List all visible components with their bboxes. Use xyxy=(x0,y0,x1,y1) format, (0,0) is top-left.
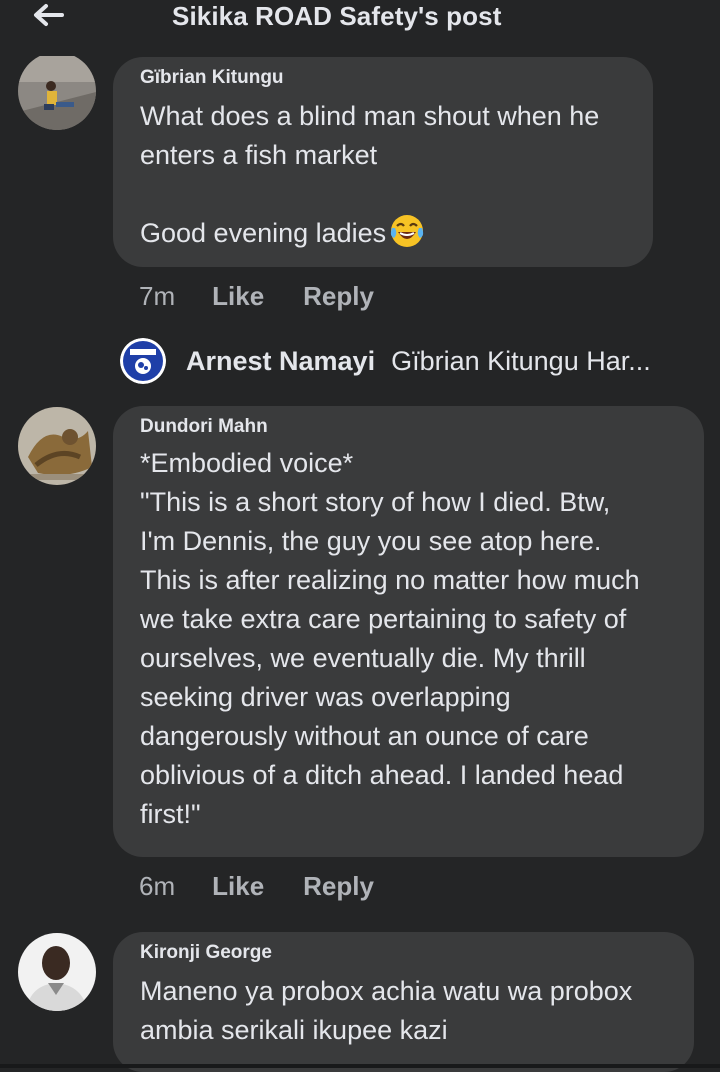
avatar[interactable] xyxy=(18,52,96,130)
top-bar: Sikika ROAD Safety's post xyxy=(0,0,720,56)
tears-of-joy-emoji-icon xyxy=(390,214,424,259)
avatar[interactable] xyxy=(18,933,96,1011)
arrow-left-icon xyxy=(34,4,64,26)
comment-time[interactable]: 6m xyxy=(139,871,175,902)
comment-bubble[interactable]: Dundori Mahn *Embodied voice* "This is a… xyxy=(113,406,704,857)
comment-actions: 7m Like Reply xyxy=(139,281,374,312)
like-button[interactable]: Like xyxy=(212,871,264,902)
like-button[interactable]: Like xyxy=(212,281,264,312)
comment-text: *Embodied voice* "This is a short story … xyxy=(140,448,640,829)
page-title: Sikika ROAD Safety's post xyxy=(172,1,502,31)
reply-snippet: Gïbrian Kitungu Har... xyxy=(391,345,651,376)
bottom-divider xyxy=(0,1064,720,1068)
comment-author[interactable]: Dundori Mahn xyxy=(140,416,678,438)
comment-actions: 6m Like Reply xyxy=(139,871,374,902)
back-button[interactable] xyxy=(28,0,68,30)
comment-text: Maneno ya probox achia watu wa probox am… xyxy=(140,976,633,1045)
comment-text: What does a blind man shout when he ente… xyxy=(140,101,600,248)
avatar[interactable] xyxy=(120,338,166,384)
reply-button[interactable]: Reply xyxy=(303,871,374,902)
comment-body: What does a blind man shout when he ente… xyxy=(140,97,627,259)
comment-bubble[interactable]: Kironji George Maneno ya probox achia wa… xyxy=(113,932,694,1072)
comment-author[interactable]: Kironji George xyxy=(140,942,668,964)
reply-button[interactable]: Reply xyxy=(303,281,374,312)
comment-author[interactable]: Gïbrian Kitungu xyxy=(140,67,627,89)
comment-bubble[interactable]: Gïbrian Kitungu What does a blind man sh… xyxy=(113,57,653,267)
comment-time[interactable]: 7m xyxy=(139,281,175,312)
reply-preview[interactable]: Arnest Namayi Gïbrian Kitungu Har... xyxy=(120,337,651,385)
avatar[interactable] xyxy=(18,407,96,485)
reply-author[interactable]: Arnest Namayi xyxy=(186,346,375,377)
